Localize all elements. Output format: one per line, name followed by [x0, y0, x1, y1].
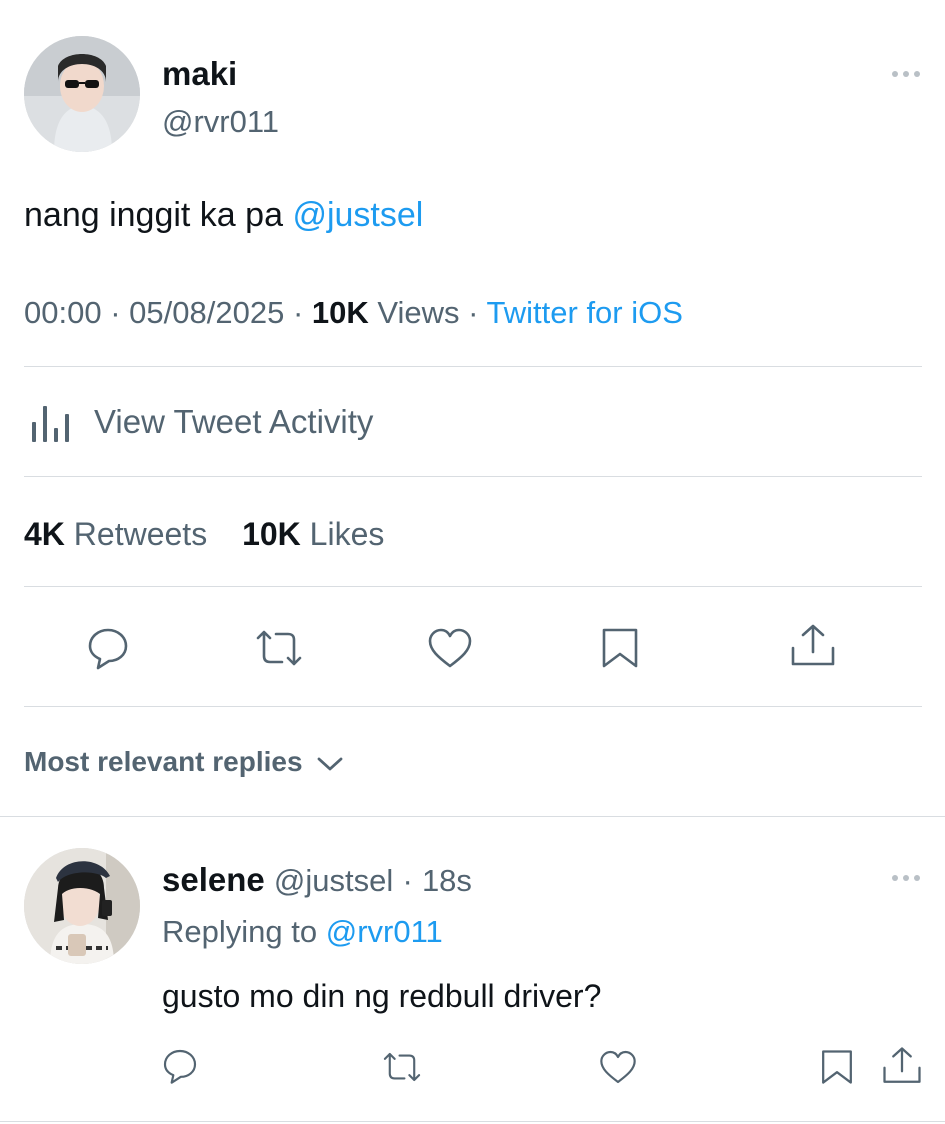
divider	[24, 586, 922, 587]
reply-handle[interactable]: @justsel	[274, 863, 393, 898]
tweet-mention-link[interactable]: @justsel	[292, 196, 423, 234]
author-display-name[interactable]: maki	[162, 54, 237, 94]
divider	[0, 1121, 945, 1122]
reply-timestamp: 18s	[421, 863, 472, 898]
reply-text: gusto mo din ng redbull driver?	[162, 978, 602, 1014]
meta-separator: ·	[110, 295, 121, 330]
divider	[24, 366, 922, 367]
tweet-date: 05/08/2025	[129, 295, 285, 330]
more-options-icon[interactable]	[892, 71, 920, 77]
bookmark-button[interactable]	[598, 624, 642, 672]
author-avatar[interactable]	[24, 36, 140, 152]
like-button[interactable]	[426, 624, 474, 672]
retweet-icon	[383, 1052, 421, 1082]
retweet-button[interactable]	[252, 624, 306, 672]
reply-reply-button[interactable]	[160, 1046, 200, 1086]
reply-bubble-icon	[163, 1049, 197, 1084]
views-count: 10K	[311, 295, 369, 330]
tweet-body: nang inggit ka pa	[24, 196, 293, 234]
replies-sort-label: Most relevant replies	[24, 746, 303, 777]
replies-sort-dropdown[interactable]: Most relevant replies	[24, 744, 344, 780]
reply-share-button[interactable]	[880, 1045, 924, 1087]
likes-count: 10K	[242, 516, 301, 552]
reply-button[interactable]	[84, 624, 132, 672]
reply-display-name[interactable]: selene	[162, 861, 265, 898]
bookmark-icon	[822, 1050, 852, 1084]
likes-label: Likes	[309, 516, 385, 552]
reply-author-avatar[interactable]	[24, 848, 140, 964]
replying-to-prefix: Replying to	[162, 914, 326, 949]
reply-retweet-button[interactable]	[380, 1047, 424, 1087]
share-button[interactable]	[788, 622, 838, 670]
tweet-stats: 4K Retweets 10K Likes	[24, 514, 384, 554]
reply-header: selene @justsel · 18s	[162, 860, 472, 901]
share-icon	[791, 624, 835, 666]
bookmark-icon	[602, 628, 638, 668]
meta-separator: ·	[402, 863, 413, 898]
meta-separator: ·	[468, 295, 479, 330]
heart-icon	[428, 628, 472, 668]
author-handle[interactable]: @rvr011	[162, 103, 279, 141]
reply-like-button[interactable]	[598, 1047, 638, 1087]
share-icon	[883, 1047, 921, 1083]
divider	[24, 476, 922, 477]
reply-bookmark-button[interactable]	[818, 1046, 856, 1088]
tweet-text: nang inggit ka pa @justsel	[24, 194, 423, 236]
tweet-time: 00:00	[24, 295, 102, 330]
avatar-photo	[24, 848, 140, 964]
views-label: Views	[377, 295, 460, 330]
likes-stat[interactable]: 10K Likes	[242, 516, 384, 552]
retweets-stat[interactable]: 4K Retweets	[24, 516, 216, 552]
replying-to-link[interactable]: @rvr011	[326, 914, 443, 949]
retweets-count: 4K	[24, 516, 65, 552]
avatar-photo	[24, 36, 140, 152]
heart-icon	[600, 1050, 636, 1084]
tweet-source-link[interactable]: Twitter for iOS	[487, 295, 683, 330]
replying-to: Replying to @rvr011	[162, 913, 443, 951]
divider	[0, 816, 945, 817]
retweet-icon	[256, 630, 302, 666]
retweets-label: Retweets	[73, 516, 208, 552]
bar-chart-icon	[32, 406, 69, 442]
view-tweet-activity-button[interactable]: View Tweet Activity	[24, 398, 524, 448]
tweet-meta: 00:00 · 05/08/2025 · 10K Views · Twitter…	[24, 294, 683, 332]
chevron-down-icon	[317, 757, 343, 771]
divider	[24, 706, 922, 707]
reply-more-options-icon[interactable]	[892, 875, 920, 881]
meta-separator: ·	[292, 295, 304, 330]
view-activity-label: View Tweet Activity	[94, 403, 374, 440]
reply-bubble-icon	[88, 628, 128, 670]
